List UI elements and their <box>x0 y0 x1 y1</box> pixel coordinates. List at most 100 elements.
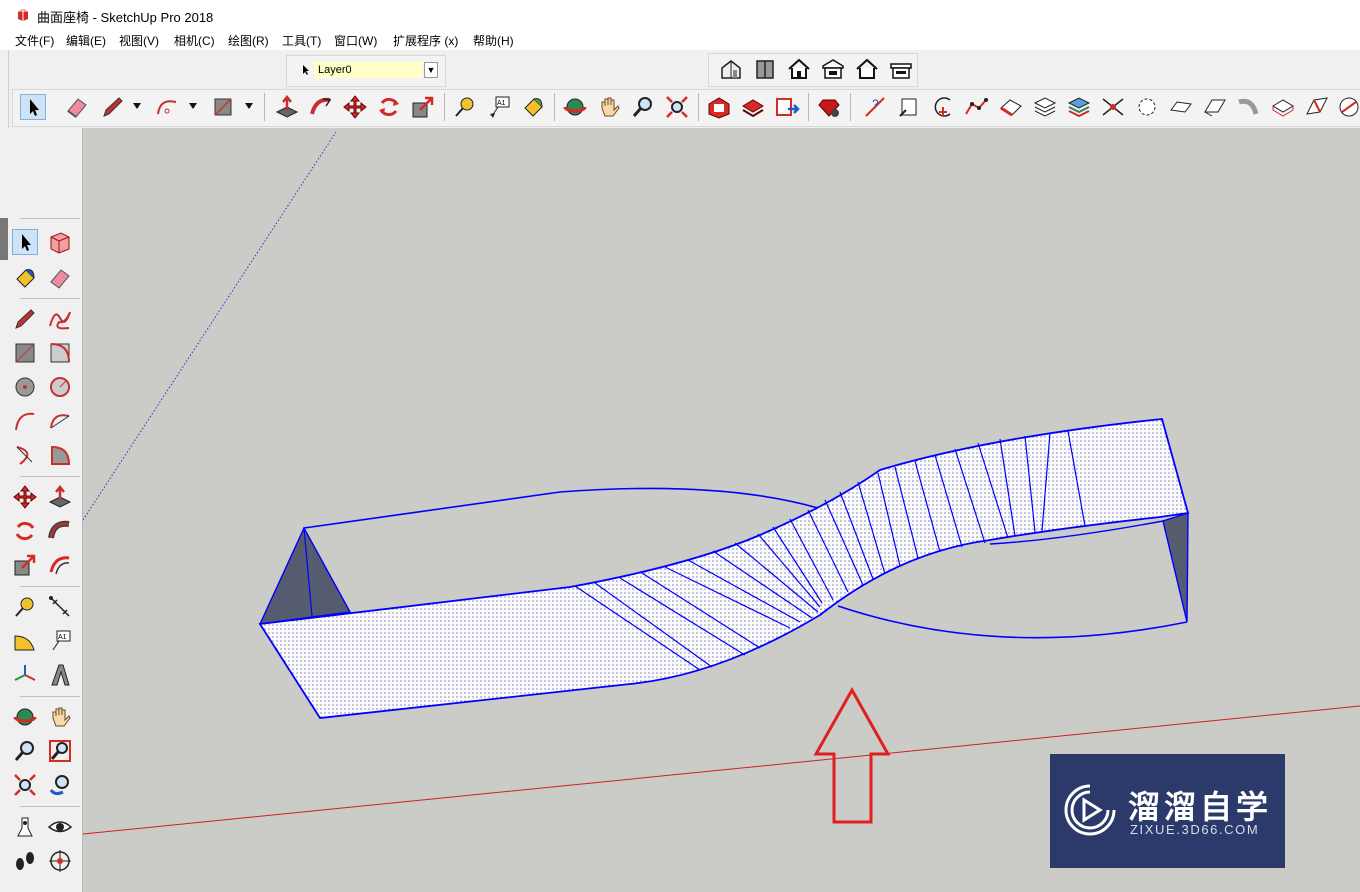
offset-icon[interactable] <box>47 552 73 578</box>
tape-measure-icon[interactable] <box>12 594 38 620</box>
zoom-icon[interactable] <box>630 94 656 120</box>
left-view-icon[interactable] <box>888 56 914 82</box>
freehand-icon[interactable] <box>47 306 73 332</box>
chevron-down-icon[interactable] <box>132 102 142 110</box>
3d-text-icon[interactable] <box>47 662 73 688</box>
menu-window[interactable]: 窗口(W) <box>334 32 377 49</box>
ruby-console-icon[interactable] <box>816 94 842 120</box>
two-point-arc-icon[interactable] <box>47 408 73 434</box>
paint-bucket-icon[interactable] <box>520 94 546 120</box>
extrude-plugin-icon[interactable] <box>1168 94 1194 120</box>
plugin-icons[interactable]: ? <box>862 94 888 120</box>
rectangle-icon[interactable] <box>210 94 236 120</box>
select-tool-button[interactable] <box>12 229 38 255</box>
back-view-icon[interactable] <box>854 56 880 82</box>
move-icon[interactable] <box>342 94 368 120</box>
arc-icon[interactable] <box>12 408 38 434</box>
push-pull-icon[interactable] <box>47 484 73 510</box>
pan-icon[interactable] <box>47 704 73 730</box>
section-plane-icon[interactable] <box>47 848 73 874</box>
toolbar-separator <box>20 586 80 587</box>
svg-text:A1: A1 <box>58 634 67 641</box>
line-icon[interactable] <box>12 306 38 332</box>
text-icon[interactable]: A1 <box>486 94 512 120</box>
move-icon[interactable] <box>12 484 38 510</box>
rotate-icon[interactable] <box>12 518 38 544</box>
text-icon[interactable]: A1 <box>47 628 73 654</box>
rectangle-icon[interactable] <box>12 340 38 366</box>
orbit-icon[interactable] <box>12 704 38 730</box>
zoom-extents-icon[interactable] <box>664 94 690 120</box>
push-pull-icon[interactable] <box>274 94 300 120</box>
follow-me-icon[interactable] <box>47 518 73 544</box>
warehouse-icon[interactable] <box>706 94 732 120</box>
eraser-icon[interactable] <box>47 265 73 291</box>
arc-icon[interactable] <box>154 94 180 120</box>
tape-measure-icon[interactable] <box>452 94 478 120</box>
circle-plugin-icon[interactable] <box>930 94 956 120</box>
eraser-icon[interactable] <box>64 94 90 120</box>
position-camera-icon[interactable] <box>12 814 38 840</box>
select-tool-button[interactable] <box>20 94 46 120</box>
surface-plugin-icon[interactable] <box>998 94 1024 120</box>
layer-name-field[interactable]: Layer0 <box>314 62 422 78</box>
polyline-icon[interactable] <box>964 94 990 120</box>
walk-icon[interactable] <box>12 848 38 874</box>
layers-color-icon[interactable] <box>1066 94 1092 120</box>
follow-me-icon[interactable] <box>308 94 334 120</box>
intersect-icon[interactable] <box>1100 94 1126 120</box>
chevron-down-icon[interactable] <box>188 102 198 110</box>
layers-plugin-icon[interactable] <box>1032 94 1058 120</box>
menu-edit[interactable]: 编辑(E) <box>66 32 106 49</box>
pan-icon[interactable] <box>596 94 622 120</box>
right-view-icon[interactable] <box>820 56 846 82</box>
three-point-arc-icon[interactable] <box>12 442 38 468</box>
chevron-down-icon[interactable] <box>244 102 254 110</box>
scale-icon[interactable] <box>12 552 38 578</box>
polygon-icon[interactable] <box>47 374 73 400</box>
roof-plugin-icon[interactable] <box>1304 94 1330 120</box>
dimension-icon[interactable] <box>47 594 73 620</box>
menu-help[interactable]: 帮助(H) <box>473 32 514 49</box>
protractor-icon[interactable] <box>12 628 38 654</box>
circle-icon[interactable] <box>12 374 38 400</box>
look-around-icon[interactable] <box>47 814 73 840</box>
title-bar: 曲面座椅 - SketchUp Pro 2018 <box>0 0 1360 30</box>
chevron-down-icon[interactable]: ▼ <box>424 62 438 78</box>
previous-view-icon[interactable] <box>47 772 73 798</box>
rotate-icon[interactable] <box>376 94 402 120</box>
menu-extensions[interactable]: 扩展程序 (x) <box>393 32 458 49</box>
extension-warehouse-icon[interactable] <box>740 94 766 120</box>
iso-view-icon[interactable] <box>718 56 744 82</box>
scale-icon[interactable] <box>410 94 436 120</box>
front-view-icon[interactable] <box>786 56 812 82</box>
layer-select[interactable]: Layer0 ▼ <box>296 60 440 80</box>
sweep-plugin-icon[interactable] <box>1202 94 1228 120</box>
zoom-window-icon[interactable] <box>47 738 73 764</box>
menu-tools[interactable]: 工具(T) <box>282 32 321 49</box>
zoom-icon[interactable] <box>12 738 38 764</box>
bend-plugin-icon[interactable] <box>1236 94 1262 120</box>
component-icon[interactable] <box>47 229 73 255</box>
drawing-viewport[interactable]: 溜溜自学 ZIXUE.3D66.COM <box>83 128 1360 892</box>
menu-draw[interactable]: 绘图(R) <box>228 32 269 49</box>
play-logo-icon <box>1064 784 1116 836</box>
top-view-icon[interactable] <box>752 56 778 82</box>
orbit-icon[interactable] <box>562 94 588 120</box>
zoom-extents-icon[interactable] <box>12 772 38 798</box>
axes-icon[interactable] <box>12 662 38 688</box>
shape-plugin-icon[interactable] <box>1134 94 1160 120</box>
component-tool-icon[interactable] <box>896 94 922 120</box>
toolbar-separator <box>554 93 555 121</box>
menu-file[interactable]: 文件(F) <box>15 32 54 49</box>
menu-view[interactable]: 视图(V) <box>119 32 159 49</box>
menu-camera[interactable]: 相机(C) <box>174 32 215 49</box>
svg-text:?: ? <box>872 97 879 111</box>
rotated-rectangle-icon[interactable] <box>47 340 73 366</box>
box-plugin-icon[interactable] <box>1270 94 1296 120</box>
send-to-layout-icon[interactable] <box>774 94 800 120</box>
pie-icon[interactable] <box>47 442 73 468</box>
paint-bucket-icon[interactable] <box>12 265 38 291</box>
extra-plugin-icon[interactable] <box>1336 94 1360 120</box>
pencil-icon[interactable] <box>100 94 126 120</box>
